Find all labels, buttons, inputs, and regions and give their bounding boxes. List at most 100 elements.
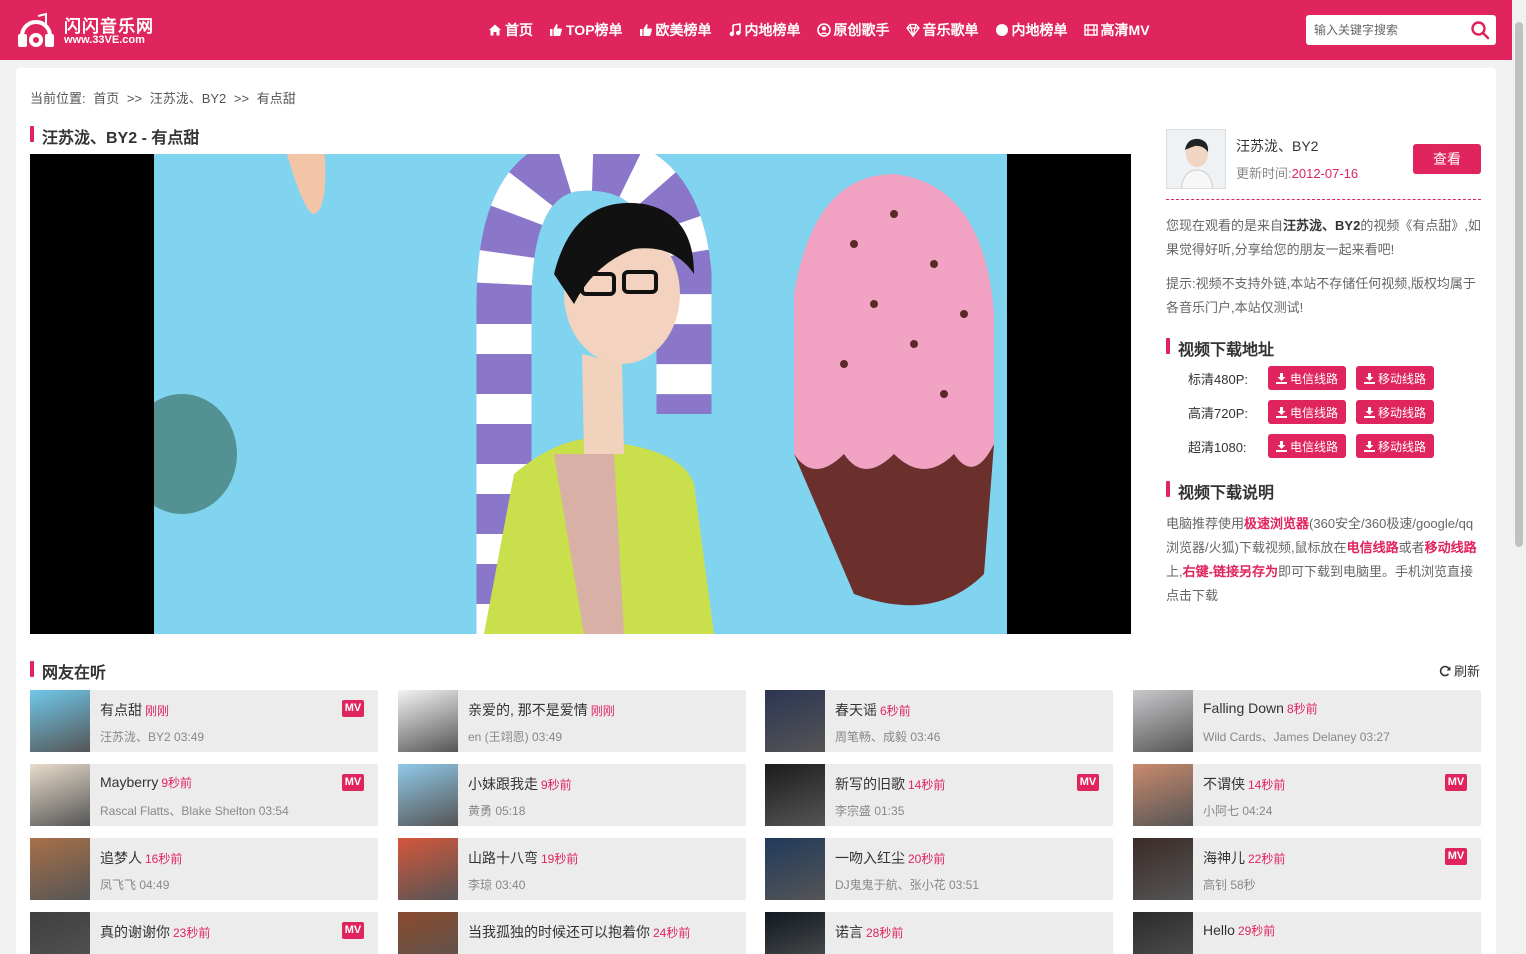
song-title[interactable]: 有点甜 刚刚	[100, 700, 169, 720]
nav-top-chart[interactable]: TOP榜单	[549, 20, 623, 40]
nav-label: 内地榜单	[744, 22, 801, 38]
search-input[interactable]	[1306, 15, 1466, 45]
search-icon[interactable]	[1470, 20, 1490, 40]
song-cover-image[interactable]	[765, 838, 825, 900]
download-button-label: 移动线路	[1378, 405, 1427, 420]
nav-original-singers[interactable]: 原创歌手	[816, 20, 890, 40]
artist-avatar[interactable]	[1166, 129, 1226, 189]
listening-item[interactable]: 亲爱的, 那不是爱情 刚刚 en (王翊恩) 03:49	[398, 690, 746, 752]
music-note-icon	[729, 23, 741, 37]
download-button-label: 电信线路	[1290, 439, 1339, 454]
song-title[interactable]: 追梦人 16秒前	[100, 848, 182, 868]
song-cover-image[interactable]	[398, 690, 458, 752]
played-time: 22秒前	[1248, 852, 1286, 866]
song-name: 不谓侠	[1203, 776, 1245, 792]
song-cover-image[interactable]	[30, 912, 90, 954]
song-cover-image[interactable]	[398, 838, 458, 900]
song-cover-image[interactable]	[30, 838, 90, 900]
breadcrumb-home[interactable]: 首页	[93, 91, 119, 106]
listening-item[interactable]: Mayberry 9秒前 Rascal Flatts、Blake Shelton 0…	[30, 764, 378, 826]
song-artist-duration: 周笔畅、成毅 03:46	[835, 730, 941, 744]
song-cover-image[interactable]	[30, 764, 90, 826]
mv-badge[interactable]: MV	[1077, 774, 1099, 791]
nav-home[interactable]: 首页	[488, 20, 533, 40]
listening-item[interactable]: 有点甜 刚刚 汪苏泷、BY2 03:49 MV	[30, 690, 378, 752]
breadcrumb-separator: >>	[126, 91, 143, 106]
scrollbar-thumb[interactable]	[1515, 22, 1523, 547]
listening-item[interactable]: 真的谢谢你 23秒前 MV	[30, 912, 378, 954]
telecom-download-button[interactable]: 电信线路	[1268, 366, 1347, 390]
listening-item[interactable]: 海神儿 22秒前 高钊 58秒 MV	[1133, 838, 1481, 900]
listening-item[interactable]: 新写的旧歌 14秒前 李宗盛 01:35 MV	[765, 764, 1113, 826]
search-box	[1306, 15, 1496, 45]
site-logo[interactable]: 闪闪音乐网 www.33VE.com	[16, 10, 166, 52]
listening-item[interactable]: 山路十八弯 19秒前 李琼 03:40	[398, 838, 746, 900]
view-artist-button[interactable]: 查看	[1413, 144, 1481, 174]
telecom-download-button[interactable]: 电信线路	[1268, 400, 1347, 424]
listening-item[interactable]: 小妹跟我走 9秒前 黄勇 05:18	[398, 764, 746, 826]
refresh-button[interactable]: 刷新	[1439, 661, 1480, 680]
mv-badge[interactable]: MV	[342, 774, 364, 791]
song-title[interactable]: 山路十八弯 19秒前	[468, 848, 578, 868]
song-title[interactable]: 当我孤独的时候还可以抱着你 24秒前	[468, 922, 690, 942]
listening-item[interactable]: 春天谣 6秒前周笔畅、成毅 03:46	[765, 690, 1113, 752]
song-title[interactable]: Mayberry 9秒前	[100, 774, 192, 791]
diamond-icon	[905, 23, 920, 37]
listening-item[interactable]: 诺言 28秒前	[765, 912, 1113, 954]
nav-western-chart[interactable]: 欧美榜单	[639, 20, 712, 40]
mv-badge[interactable]: MV	[1445, 774, 1467, 791]
song-cover-image[interactable]	[765, 912, 825, 954]
song-title[interactable]: 小妹跟我走 9秒前	[468, 774, 572, 794]
song-title[interactable]: 春天谣 6秒前	[835, 700, 911, 720]
mobile-download-button[interactable]: 移动线路	[1356, 400, 1435, 424]
song-title[interactable]: 诺言 28秒前	[835, 922, 903, 942]
mv-badge[interactable]: MV	[342, 922, 364, 939]
song-title[interactable]: 海神儿 22秒前	[1203, 848, 1285, 868]
nav-mainland-chart[interactable]: 内地榜单	[728, 20, 801, 40]
listening-item[interactable]: Hello 29秒前	[1133, 912, 1481, 954]
nav-playlists[interactable]: 音乐歌单	[905, 20, 979, 40]
song-cover-image[interactable]	[1133, 764, 1193, 826]
song-title[interactable]: 真的谢谢你 23秒前	[100, 922, 210, 942]
page-scrollbar[interactable]	[1512, 0, 1526, 954]
song-cover-image[interactable]	[1133, 838, 1193, 900]
song-name: 真的谢谢你	[100, 924, 170, 940]
listening-item[interactable]: 不谓侠 14秒前 小阿七 04:24 MV	[1133, 764, 1481, 826]
nav-label: 高清MV	[1100, 22, 1150, 38]
video-player[interactable]	[30, 154, 1131, 634]
song-cover-image[interactable]	[30, 690, 90, 752]
breadcrumb-artist[interactable]: 汪苏泷、BY2	[150, 91, 227, 106]
nav-label: 内地榜单	[1011, 22, 1068, 38]
song-title[interactable]: 一吻入红尘 20秒前	[835, 848, 945, 868]
song-cover-image[interactable]	[765, 690, 825, 752]
nav-hd-mv[interactable]: 高清MV	[1083, 20, 1150, 40]
telecom-download-button[interactable]: 电信线路	[1268, 434, 1347, 458]
listening-item[interactable]: 一吻入红尘 20秒前 DJ鬼鬼于航、张小花 03:51	[765, 838, 1113, 900]
song-cover-image[interactable]	[1133, 690, 1193, 752]
mobile-download-button[interactable]: 移动线路	[1356, 366, 1435, 390]
song-title[interactable]: Falling Down 8秒前	[1203, 700, 1318, 717]
mv-badge[interactable]: MV	[342, 700, 364, 717]
song-cover-image[interactable]	[398, 912, 458, 954]
listening-item[interactable]: 当我孤独的时候还可以抱着你 24秒前	[398, 912, 746, 954]
song-cover-image[interactable]	[1133, 912, 1193, 954]
song-cover-image[interactable]	[765, 764, 825, 826]
song-cover-image[interactable]	[398, 764, 458, 826]
listening-item[interactable]: Falling Down 8秒前 Wild Cards、James Delaney …	[1133, 690, 1481, 752]
download-button-label: 移动线路	[1378, 439, 1427, 454]
mv-badge[interactable]: MV	[1445, 848, 1467, 865]
download-quality-label: 标清480P:	[1188, 371, 1248, 387]
played-time: 19秒前	[541, 852, 579, 866]
listening-item[interactable]: 追梦人 16秒前 凤飞飞 04:49	[30, 838, 378, 900]
song-title[interactable]: 亲爱的, 那不是爱情 刚刚	[468, 700, 615, 720]
song-title[interactable]: 新写的旧歌 14秒前	[835, 774, 945, 794]
song-name: 亲爱的, 那不是爱情	[468, 702, 588, 718]
song-title[interactable]: Hello 29秒前	[1203, 922, 1275, 939]
nav-mainland-chart-2[interactable]: 内地榜单	[995, 20, 1068, 40]
artist-photo-image	[1167, 130, 1225, 188]
played-time: 23秒前	[173, 926, 211, 940]
mobile-download-button[interactable]: 移动线路	[1356, 434, 1435, 458]
song-title[interactable]: 不谓侠 14秒前	[1203, 774, 1285, 794]
download-section-title: 视频下载地址	[1166, 336, 1274, 360]
artist-name[interactable]: 汪苏泷、BY2	[1236, 136, 1318, 156]
